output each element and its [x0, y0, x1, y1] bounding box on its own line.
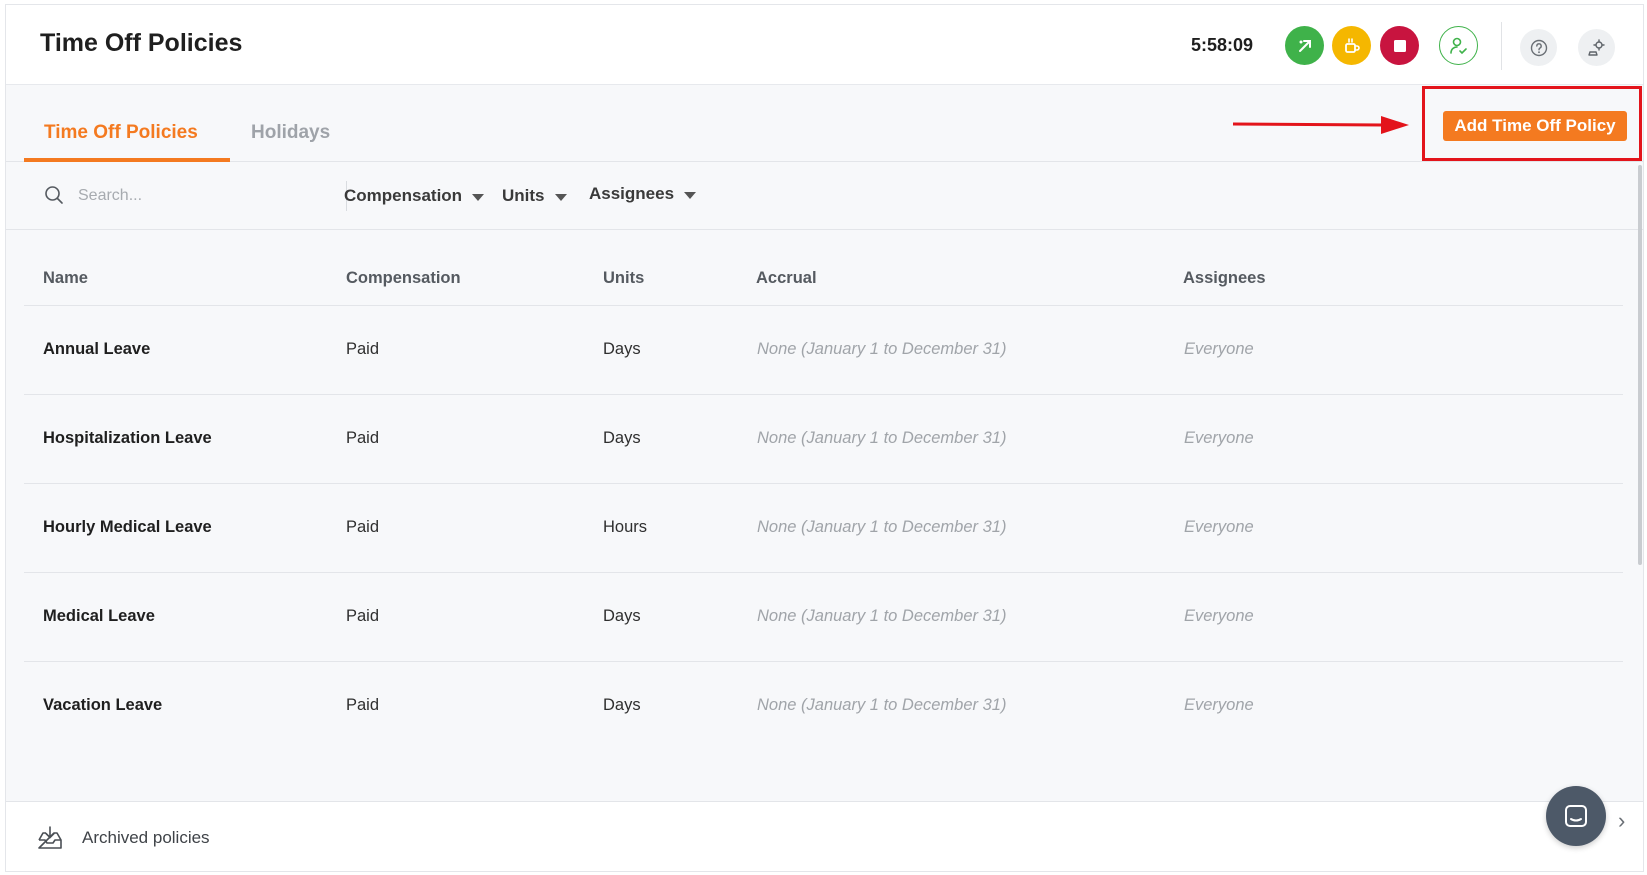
policy-compensation: Paid [346, 340, 380, 358]
top-bar: Time Off Policies 5:58:09 [6, 5, 1643, 85]
table-row[interactable]: Hospitalization Leave Paid Days None (Ja… [24, 395, 1623, 484]
policy-name: Vacation Leave [43, 696, 163, 714]
stop-button[interactable] [1380, 26, 1419, 65]
column-header-accrual[interactable]: Accrual [756, 269, 817, 288]
policy-units: Days [603, 429, 641, 447]
policy-units: Days [603, 696, 641, 714]
scrollbar[interactable] [1638, 165, 1642, 565]
table-row[interactable]: Medical Leave Paid Days None (January 1 … [24, 573, 1623, 662]
policy-assignees: Everyone [1184, 607, 1254, 625]
settings-button[interactable] [1578, 29, 1615, 66]
filter-bar: Compensation Units Assignees [6, 163, 1643, 230]
column-header-assignees[interactable]: Assignees [1183, 269, 1266, 288]
clock-out-icon [1298, 39, 1311, 52]
user-status-button[interactable] [1439, 26, 1478, 65]
units-filter-label: Units [502, 186, 545, 205]
stop-icon [1393, 39, 1406, 52]
policy-name: Hospitalization Leave [43, 429, 212, 447]
header-divider [1501, 22, 1502, 70]
policy-compensation: Paid [346, 518, 380, 536]
policy-units: Days [603, 340, 641, 358]
user-status-icon [1449, 37, 1467, 54]
clock-out-button[interactable] [1285, 26, 1324, 65]
assignees-filter-label: Assignees [589, 184, 675, 203]
units-filter[interactable]: Units [502, 186, 567, 206]
policies-table: Name Compensation Units Accrual Assignee… [24, 233, 1623, 751]
policy-compensation: Paid [346, 429, 380, 447]
page-title: Time Off Policies [40, 29, 243, 57]
annotation-highlight-box: Add Time Off Policy [1422, 86, 1642, 161]
policy-accrual: None (January 1 to December 31) [757, 607, 1007, 625]
settings-icon [1587, 38, 1605, 56]
assignees-filter[interactable]: Assignees [589, 184, 697, 204]
policy-compensation: Paid [346, 696, 380, 714]
add-time-off-policy-button[interactable]: Add Time Off Policy [1443, 111, 1627, 141]
active-tab-indicator [24, 158, 230, 162]
chat-launcher-button[interactable] [1546, 786, 1606, 846]
compensation-filter-label: Compensation [344, 186, 463, 205]
help-button[interactable] [1520, 29, 1557, 66]
table-row[interactable]: Hourly Medical Leave Paid Hours None (Ja… [24, 484, 1623, 573]
column-header-compensation[interactable]: Compensation [346, 269, 461, 288]
session-timer: 5:58:09 [1191, 35, 1254, 55]
compensation-filter[interactable]: Compensation [344, 186, 485, 206]
archived-policies-link[interactable]: Archived policies [82, 828, 210, 848]
policy-name: Annual Leave [43, 340, 151, 358]
policy-assignees: Everyone [1184, 696, 1254, 714]
policy-assignees: Everyone [1184, 518, 1254, 536]
policy-accrual: None (January 1 to December 31) [757, 429, 1007, 447]
table-row[interactable]: Vacation Leave Paid Days None (January 1… [24, 662, 1623, 751]
break-icon [1344, 37, 1360, 53]
chevron-down-icon [684, 192, 697, 199]
break-button[interactable] [1332, 26, 1371, 65]
policy-units: Days [603, 607, 641, 625]
policy-assignees: Everyone [1184, 340, 1254, 358]
policy-accrual: None (January 1 to December 31) [757, 340, 1007, 358]
policy-accrual: None (January 1 to December 31) [757, 518, 1007, 536]
table-header: Name Compensation Units Accrual Assignee… [24, 233, 1623, 306]
chevron-down-icon [554, 194, 567, 201]
tab-holidays[interactable]: Holidays [251, 122, 330, 144]
policy-compensation: Paid [346, 607, 380, 625]
chat-icon [1565, 805, 1587, 827]
search-icon [45, 186, 63, 204]
policy-accrual: None (January 1 to December 31) [757, 696, 1007, 714]
archived-policies-footer[interactable]: Archived policies [6, 801, 1643, 871]
chevron-right-icon[interactable]: › [1618, 808, 1625, 834]
chevron-down-icon [472, 194, 485, 201]
policy-name: Hourly Medical Leave [43, 518, 212, 536]
table-row[interactable]: Annual Leave Paid Days None (January 1 t… [24, 306, 1623, 395]
policy-assignees: Everyone [1184, 429, 1254, 447]
policy-name: Medical Leave [43, 607, 155, 625]
help-icon [1530, 39, 1547, 56]
search-input[interactable] [78, 183, 308, 209]
column-header-units[interactable]: Units [603, 269, 644, 288]
annotation-arrow-icon [1233, 116, 1409, 134]
column-header-name[interactable]: Name [43, 269, 88, 288]
archive-tray-icon [38, 826, 62, 849]
policy-units: Hours [603, 518, 648, 536]
tab-time-off-policies[interactable]: Time Off Policies [44, 122, 198, 144]
